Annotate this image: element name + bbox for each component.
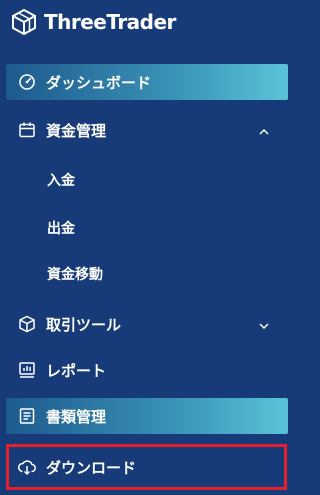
menu-item-trading-tools[interactable]: 取引ツール: [6, 306, 288, 342]
menu-label-documents: 書類管理: [46, 407, 107, 426]
menu-label-trading-tools: 取引ツール: [46, 315, 122, 334]
download-highlight-frame: [6, 444, 287, 490]
brand-name: ThreeTrader: [44, 10, 176, 34]
menu-item-documents[interactable]: 書類管理: [6, 398, 288, 434]
submenu-item-transfer[interactable]: 資金移動: [47, 260, 103, 288]
chevron-down-icon[interactable]: [258, 318, 270, 330]
brand-logo[interactable]: ThreeTrader: [10, 6, 176, 38]
chart-report-icon: [18, 361, 36, 379]
menu-label-reports: レポート: [46, 361, 107, 380]
calendar-icon: [18, 121, 36, 139]
menu-item-funds[interactable]: 資金管理: [6, 112, 288, 148]
gauge-icon: [18, 73, 36, 91]
menu-item-reports[interactable]: レポート: [6, 352, 288, 388]
cube-icon: [18, 315, 36, 333]
document-icon: [18, 407, 36, 425]
chevron-up-icon[interactable]: [258, 124, 270, 136]
menu-label-dashboard: ダッシュボード: [46, 73, 152, 92]
submenu-item-withdrawal[interactable]: 出金: [47, 214, 75, 242]
menu-item-dashboard[interactable]: ダッシュボード: [6, 64, 288, 100]
menu-label-funds: 資金管理: [46, 121, 107, 140]
submenu-item-deposit[interactable]: 入金: [47, 166, 75, 194]
logo-cube-icon: [12, 8, 36, 36]
